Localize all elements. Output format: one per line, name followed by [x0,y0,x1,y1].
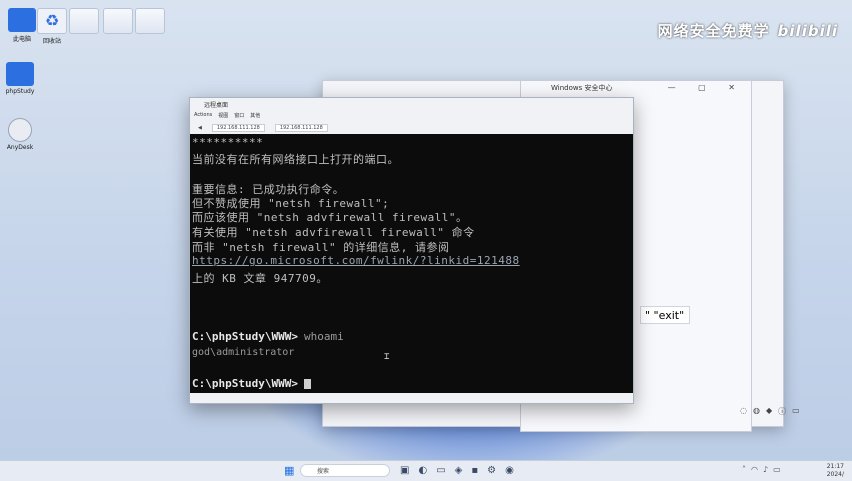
rdp-tab[interactable]: 192.168.111.128 [274,124,328,132]
mouse-cursor-icon: ⌶ [384,352,390,362]
folder-icon [135,8,165,34]
window-controls[interactable]: — ▢ ✕ [668,83,745,92]
terminal-icon[interactable]: ▪ [471,465,478,476]
app-icon [8,118,32,142]
rdp-menu-item[interactable]: 视图 [218,112,228,122]
settings-icon[interactable]: ⚙ [487,465,496,476]
volume-icon[interactable]: ♪ [763,465,768,474]
terminal-link: https://go.microsoft.com/fwlink/?linkid=… [192,254,520,267]
windows-start-icon[interactable]: ▦ [284,465,294,476]
rdp-tab[interactable]: 192.168.111.128 [211,124,265,132]
chevron-up-icon[interactable]: ˄ [742,465,746,474]
clock[interactable]: 21:17 2024/ [827,463,844,479]
terminal-prompt: C:\phpStudy\WWW> [192,377,298,390]
network-icon[interactable]: ◠ [751,465,758,474]
store-icon[interactable]: ◈ [455,465,463,476]
terminal-line: 而非 "netsh firewall" 的详细信息, 请参阅 [192,241,450,254]
app-icon[interactable]: ◉ [505,465,514,476]
rdp-menu-item[interactable]: Actions [194,112,212,122]
cmd-terminal[interactable]: ********** 当前没有在所有网络接口上打开的端口。 重要信息: 已成功执… [190,134,633,393]
info-icon[interactable]: ⓘ [778,406,786,417]
recycle-bin-icon: ♻ [37,8,67,34]
watermark-text: 网络安全免费学 [657,22,770,40]
network-icon[interactable]: ◍ [753,406,760,417]
watermark: 网络安全免费学 bilibili [658,20,838,41]
folder-icon [103,8,133,34]
desktop-icon-label: phpStudy [5,88,35,95]
clock-time: 21:17 [826,463,844,470]
app-tray-icon[interactable]: ▭ [792,406,800,417]
rdp-menu-item[interactable]: 窗口 [234,112,244,122]
terminal-output: god\administrator [192,347,295,358]
security-icon[interactable]: ◆ [766,406,772,417]
taskbar: ▦ 搜索 ▣ ◐ ▭ ◈ ▪ ⚙ ◉ ˄ ◠ ♪ ▭ 21:17 2024/ [0,460,852,481]
terminal-line: 而应该使用 "netsh advfirewall firewall"。 [192,211,468,224]
clock-date: 2024/ [826,471,844,478]
terminal-line: ********** [192,136,264,149]
desktop-icon-phpstudy[interactable]: phpStudy [0,62,40,95]
task-view-icon[interactable]: ▣ [400,465,409,476]
terminal-line: 上的 KB 文章 947709。 [192,272,328,285]
rdp-menu-bar: Actions 视图 窗口 其他 [190,112,633,122]
notification-icon[interactable]: ◌ [740,406,747,417]
desktop-icon-folder-3[interactable] [130,8,170,36]
desktop-icon-anydesk[interactable]: AnyDesk [0,118,40,151]
taskbar-apps: ▣ ◐ ▭ ◈ ▪ ⚙ ◉ [400,465,514,476]
terminal-prompt: C:\phpStudy\WWW> [192,330,298,343]
desktop-icon-label: 回收站 [42,38,61,45]
browser-icon[interactable]: ◐ [418,465,427,476]
terminal-line: 有关使用 "netsh advfirewall firewall" 命令 [192,226,475,239]
taskbar-search[interactable]: 搜索 [300,464,390,477]
exit-text-label: " "exit" [640,306,690,324]
side-tray-icons: ◌ ◍ ◆ ⓘ ▭ [740,406,800,417]
security-window-title: Windows 安全中心 [551,84,613,92]
folder-icon [69,8,99,34]
terminal-prompt-line: C:\phpStudy\WWW> whoami [192,330,344,343]
terminal-line: 当前没有在所有网络接口上打开的端口。 [192,153,399,166]
rdp-titlebar: 远程桌面 [190,98,633,112]
file-explorer-icon[interactable]: ▭ [436,465,445,476]
desktop-icon-label: AnyDesk [6,144,34,151]
rdp-title: 远程桌面 [204,102,229,109]
terminal-command: whoami [303,330,344,343]
remote-desktop-window[interactable]: 远程桌面 Actions 视图 窗口 其他 ◀ 192.168.111.128 … [189,97,634,404]
system-tray: ˄ ◠ ♪ ▭ [742,465,781,474]
rdp-menu-item[interactable]: 其他 [250,112,260,122]
battery-icon[interactable]: ▭ [773,465,781,474]
back-icon[interactable]: ◀ [198,125,202,131]
terminal-prompt-line: C:\phpStudy\WWW> [192,377,311,390]
bilibili-logo: bilibili [777,22,838,40]
phpstudy-icon [6,62,34,86]
text-cursor [303,379,311,389]
